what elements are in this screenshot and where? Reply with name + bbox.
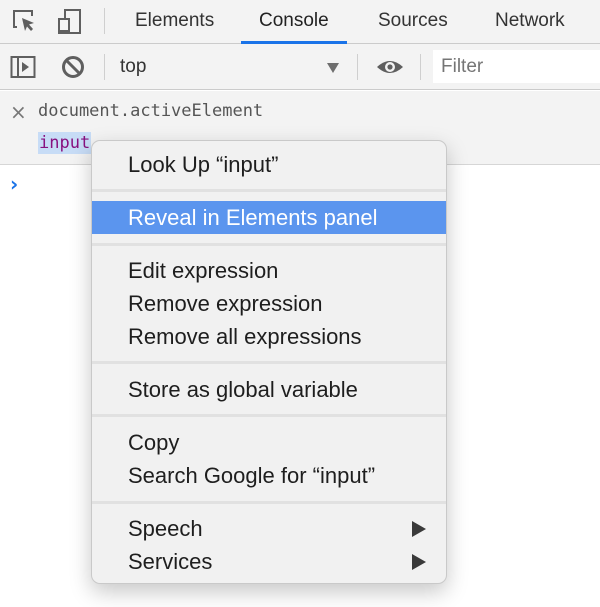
live-expression-eye-icon[interactable]: [375, 54, 405, 80]
menu-item-remove-all-expressions[interactable]: Remove all expressions: [92, 320, 446, 353]
divider: [357, 54, 358, 80]
chevron-down-icon[interactable]: [327, 63, 339, 73]
menu-item-remove-expression[interactable]: Remove expression: [92, 287, 446, 320]
menu-separator: [92, 414, 446, 417]
menu-item-look-up[interactable]: Look Up “input”: [92, 148, 446, 181]
menu-separator: [92, 501, 446, 504]
menu-separator: [92, 361, 446, 364]
tab-elements[interactable]: Elements: [117, 0, 232, 44]
tab-sources[interactable]: Sources: [360, 0, 466, 44]
menu-item-label: Speech: [128, 516, 203, 541]
console-prompt-icon[interactable]: ›: [10, 172, 18, 196]
context-selector[interactable]: top: [120, 44, 146, 90]
menu-item-reveal-in-elements[interactable]: Reveal in Elements panel: [92, 201, 446, 234]
close-icon[interactable]: ×: [10, 102, 27, 122]
menu-separator: [92, 243, 446, 246]
menu-item-label: Services: [128, 549, 213, 574]
menu-item-edit-expression[interactable]: Edit expression: [92, 254, 446, 287]
inspect-element-icon[interactable]: [10, 7, 38, 35]
device-toolbar-icon[interactable]: [56, 7, 84, 35]
live-expression-result[interactable]: input: [38, 132, 92, 154]
console-toolbar: top: [0, 44, 600, 90]
submenu-arrow-icon: [412, 554, 426, 570]
tab-console[interactable]: Console: [241, 0, 347, 44]
menu-item-copy[interactable]: Copy: [92, 426, 446, 459]
tab-network[interactable]: Network: [477, 0, 583, 44]
menu-separator: [92, 189, 446, 192]
clear-console-icon[interactable]: [60, 54, 86, 80]
menu-item-speech[interactable]: Speech: [92, 512, 446, 545]
filter-input[interactable]: [433, 50, 600, 83]
divider: [104, 54, 105, 80]
divider: [420, 54, 421, 80]
context-menu: Look Up “input” Reveal in Elements panel…: [91, 140, 447, 584]
submenu-arrow-icon: [412, 521, 426, 537]
menu-item-services[interactable]: Services: [92, 545, 446, 578]
divider: [104, 8, 105, 34]
live-expression-text[interactable]: document.activeElement: [38, 101, 263, 121]
devtools-tabbar: Elements Console Sources Network: [0, 0, 600, 44]
show-sidebar-icon[interactable]: [10, 54, 36, 80]
menu-item-search-google[interactable]: Search Google for “input”: [92, 459, 446, 492]
menu-item-store-global-variable[interactable]: Store as global variable: [92, 373, 446, 406]
